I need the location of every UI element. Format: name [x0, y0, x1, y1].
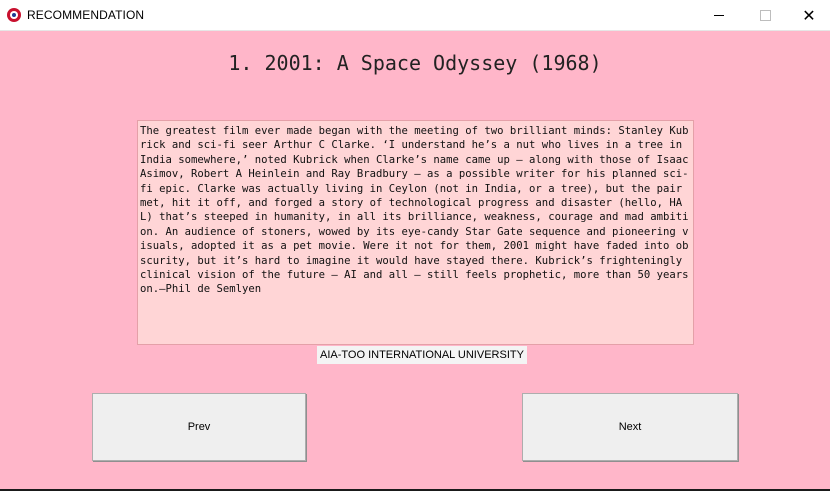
title-bar: RECOMMENDATION ✕ — [0, 0, 830, 31]
university-logo-icon — [7, 8, 21, 22]
university-label: AIA-TOO INTERNATIONAL UNIVERSITY — [317, 346, 527, 364]
movie-heading: 1. 2001: A Space Odyssey (1968) — [228, 51, 602, 75]
prev-button-label: Prev — [187, 421, 211, 433]
next-button[interactable]: Next — [522, 393, 738, 461]
prev-button[interactable]: Prev — [92, 393, 306, 461]
window-title: RECOMMENDATION — [27, 8, 145, 22]
description-textbox[interactable]: The greatest film ever made began with t… — [137, 120, 694, 345]
close-button[interactable]: ✕ — [786, 0, 830, 30]
minimize-icon — [714, 14, 724, 16]
maximize-icon — [759, 9, 771, 21]
close-icon: ✕ — [802, 5, 816, 25]
main-panel: 1. 2001: A Space Odyssey (1968) The grea… — [0, 31, 830, 489]
minimize-button[interactable] — [696, 0, 742, 30]
maximize-button — [742, 0, 788, 30]
next-button-label: Next — [618, 421, 642, 433]
